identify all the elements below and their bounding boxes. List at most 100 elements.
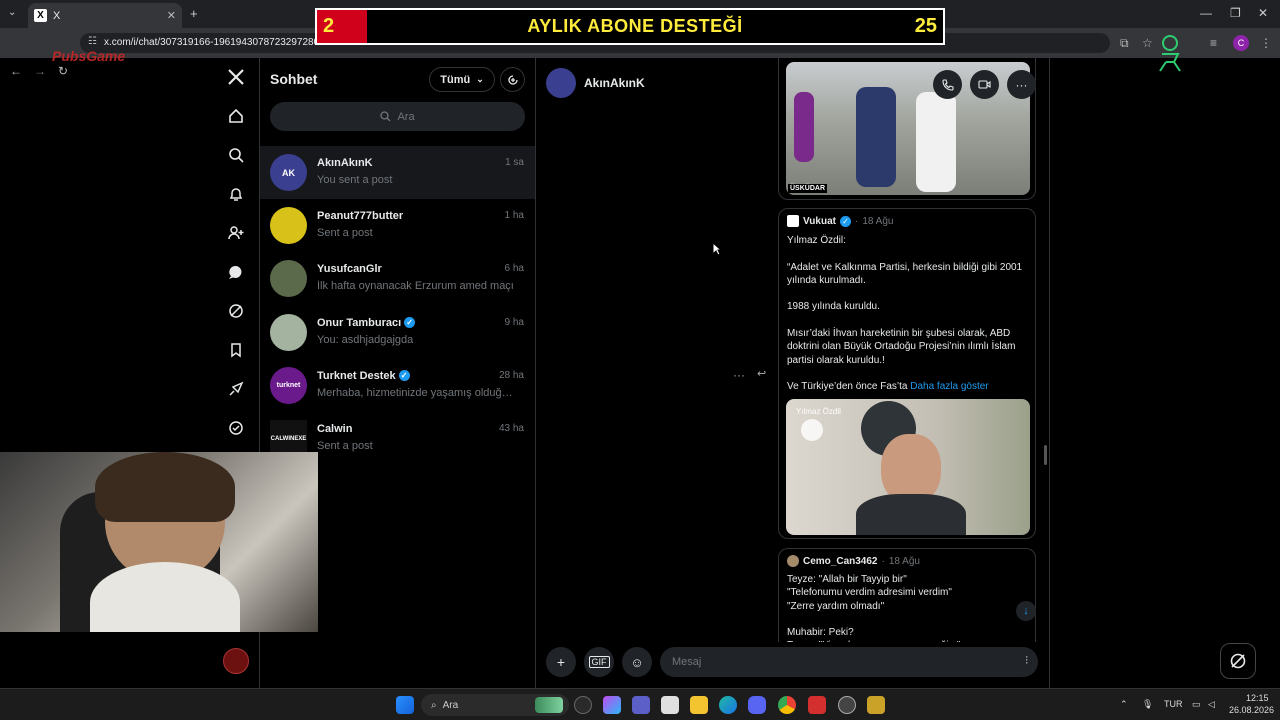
scroll-down-button[interactable]: ↓ bbox=[1016, 601, 1036, 621]
banner-right-number: 25 bbox=[914, 15, 937, 37]
notifications-bell-icon[interactable] bbox=[216, 179, 256, 209]
tab-list-icon[interactable]: ≡ bbox=[1210, 36, 1217, 50]
more-options-icon[interactable]: ··· bbox=[733, 368, 745, 382]
conversation-preview: İlk hafta oynanacak Erzurum amed maçı bbox=[317, 279, 514, 292]
account-avatar[interactable] bbox=[216, 646, 256, 676]
back-icon[interactable]: ← bbox=[10, 64, 22, 78]
clock-time[interactable]: 12:15 bbox=[1246, 693, 1269, 703]
tab-search-icon[interactable]: ⌄ bbox=[8, 7, 16, 18]
chat-bubble-icon[interactable] bbox=[216, 257, 256, 287]
explore-search-icon[interactable] bbox=[216, 140, 256, 170]
contact-avatar bbox=[546, 68, 576, 98]
close-window-icon[interactable]: ✕ bbox=[1258, 6, 1268, 20]
header-call-button[interactable] bbox=[933, 70, 962, 99]
gif-icon: GIF bbox=[588, 656, 610, 668]
page-scrollbar[interactable] bbox=[1044, 445, 1047, 465]
verified-badge-icon: ✓ bbox=[839, 215, 851, 227]
show-more-link[interactable]: Daha fazla göster bbox=[910, 381, 988, 392]
bookmark-star-icon[interactable]: ☆ bbox=[1142, 36, 1153, 50]
conversation-item[interactable]: YusufcanGlr 6 ha İlk hafta oynanacak Erzur… bbox=[260, 252, 535, 305]
conversation-time: 1 sa bbox=[505, 156, 524, 168]
voice-message-icon[interactable]: ⫶ bbox=[1025, 655, 1028, 668]
post-line bbox=[787, 287, 1032, 300]
verified-badge-icon: ✓ bbox=[398, 370, 410, 381]
conversation-preview: Merhaba, hizmetinizde yaşamış olduğun... bbox=[317, 386, 517, 399]
language-indicator[interactable]: TUR bbox=[1164, 699, 1183, 709]
conversation-item[interactable]: AK AkınAkınK 1 sa You sent a post bbox=[260, 146, 535, 199]
clock-date[interactable]: 26.08.2026 bbox=[1229, 705, 1274, 715]
windows-start-icon[interactable] bbox=[396, 696, 414, 714]
chat-header[interactable]: AkınAkınK bbox=[546, 68, 645, 98]
store-icon[interactable] bbox=[661, 696, 679, 714]
teams-icon[interactable] bbox=[632, 696, 650, 714]
file-explorer-icon[interactable] bbox=[690, 696, 708, 714]
grok-floating-button[interactable] bbox=[1220, 643, 1256, 679]
conversation-info: Calwin 43 ha Sent a post bbox=[317, 421, 524, 457]
brand-watermark: PubsGame bbox=[52, 48, 126, 64]
emoji-button[interactable]: ☺ bbox=[622, 647, 652, 677]
post-line: doktrini olan Büyük Ortadoğu Projesi’nin… bbox=[787, 341, 1016, 353]
copilot-icon[interactable] bbox=[603, 696, 621, 714]
post-line: yılında kurulmadı. bbox=[787, 274, 866, 286]
conversation-item[interactable]: Peanut777butter 1 ha Sent a post bbox=[260, 199, 535, 252]
volume-icon[interactable]: ◁ bbox=[1208, 699, 1215, 710]
minimize-icon[interactable]: — bbox=[1200, 6, 1212, 20]
author-name: Vukuat bbox=[803, 215, 836, 227]
gif-button[interactable]: GIF bbox=[584, 647, 614, 677]
microphone-icon[interactable]: 🎙 bbox=[1142, 699, 1153, 710]
shared-post-card[interactable]: Vukuat ✓ · 18 Ağu Yılmaz Özdil: “Adalet v… bbox=[778, 208, 1036, 539]
conversation-avatar bbox=[270, 314, 307, 351]
maximize-icon[interactable]: ❐ bbox=[1230, 6, 1241, 20]
tray-expand-icon[interactable]: ⌃ bbox=[1120, 699, 1128, 710]
header-video-button[interactable] bbox=[970, 70, 999, 99]
x-logo-icon[interactable] bbox=[216, 62, 256, 92]
windows-taskbar: ⌕ Ara ⌃ 🎙 TUR ▭ ◁ 12:15 26.08.2026 bbox=[0, 688, 1280, 720]
app-red-icon[interactable] bbox=[808, 696, 826, 714]
discord-icon[interactable] bbox=[748, 696, 766, 714]
post-author[interactable]: Cemo_Can3462 · 18 Ağu bbox=[787, 555, 920, 567]
grok-icon[interactable] bbox=[216, 296, 256, 326]
search-input[interactable]: Ara bbox=[270, 102, 525, 131]
chrome-icon[interactable] bbox=[778, 696, 796, 714]
app-lamp-icon[interactable] bbox=[867, 696, 885, 714]
post-video[interactable]: Yılmaz Özdil bbox=[786, 399, 1030, 535]
conversation-preview: You sent a post bbox=[317, 173, 393, 186]
home-icon[interactable] bbox=[216, 101, 256, 131]
install-icon[interactable]: ⧉ bbox=[1120, 36, 1129, 51]
new-chat-icon[interactable] bbox=[500, 67, 525, 92]
reply-icon[interactable]: ↩ bbox=[757, 367, 766, 380]
post-line: 1988 yılında kuruldu. bbox=[787, 301, 880, 313]
network-icon[interactable]: ▭ bbox=[1192, 699, 1201, 710]
reload-icon[interactable]: ↻ bbox=[58, 64, 68, 78]
subscriber-goal-banner: 2 AYLIK ABONE DESTEĞİ 25 bbox=[315, 8, 945, 45]
conversation-name-text: Peanut777butter bbox=[317, 209, 404, 222]
forward-icon[interactable]: → bbox=[34, 64, 46, 78]
banner-title: AYLIK ABONE DESTEĞİ bbox=[527, 16, 743, 36]
add-attachment-button[interactable]: + bbox=[546, 647, 576, 677]
conversation-name: Calwin bbox=[317, 423, 352, 435]
taskbar-search[interactable]: ⌕ Ara bbox=[421, 694, 569, 716]
task-view-icon[interactable] bbox=[574, 696, 592, 714]
close-tab-icon[interactable]: ✕ bbox=[167, 9, 176, 22]
verified-orgs-icon[interactable] bbox=[216, 413, 256, 443]
filter-dropdown[interactable]: Tümü ⌄ bbox=[429, 67, 495, 92]
video-camera-icon bbox=[978, 80, 991, 89]
menu-dots-icon[interactable]: ⋮ bbox=[1260, 36, 1272, 50]
post-date: 18 Ağu bbox=[862, 215, 894, 227]
conversation-preview: You: asdhjadgajgda bbox=[317, 333, 414, 346]
site-info-icon[interactable]: ☷ bbox=[88, 36, 97, 47]
jobs-rocket-icon[interactable] bbox=[216, 374, 256, 404]
message-input[interactable]: Mesaj ⫶ bbox=[660, 647, 1038, 677]
profile-avatar[interactable]: C bbox=[1233, 35, 1249, 51]
conversation-item[interactable]: Onur Tamburacı ✓ 9 ha You: asdhjadgajgda bbox=[260, 306, 535, 359]
shared-post-card[interactable]: Cemo_Can3462 · 18 Ağu Teyze: "Allah bir … bbox=[778, 548, 1036, 642]
header-more-button[interactable]: ··· bbox=[1007, 70, 1036, 99]
conversation-item[interactable]: turknet Turknet Destek ✓ 28 ha Merhaba, hizm… bbox=[260, 359, 535, 412]
edge-icon[interactable] bbox=[719, 696, 737, 714]
app-badge-icon[interactable] bbox=[838, 696, 856, 714]
post-author[interactable]: Vukuat ✓ · 18 Ağu bbox=[787, 215, 893, 227]
follow-person-icon[interactable] bbox=[216, 218, 256, 248]
browser-tab[interactable]: X X ✕ bbox=[28, 3, 182, 28]
new-tab-icon[interactable]: + bbox=[190, 6, 198, 21]
bookmark-icon[interactable] bbox=[216, 335, 256, 365]
